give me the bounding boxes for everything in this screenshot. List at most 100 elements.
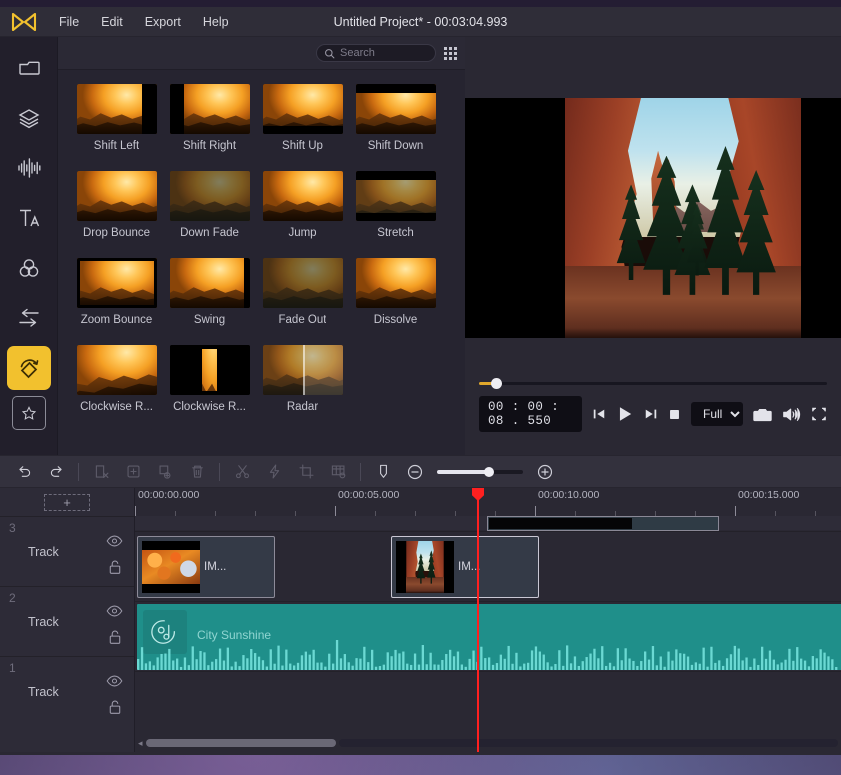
- effect-item[interactable]: Clockwise R...: [70, 345, 163, 413]
- preview-canvas[interactable]: [465, 98, 841, 338]
- undo-button[interactable]: [8, 459, 40, 485]
- track-header-2[interactable]: 2 Track: [0, 586, 134, 656]
- effect-thumbnail: [356, 258, 436, 308]
- track-header-3[interactable]: 3 Track: [0, 516, 134, 586]
- redo-button[interactable]: [40, 459, 72, 485]
- unlock-icon[interactable]: [108, 629, 122, 648]
- timeline-ruler[interactable]: 00:00:00.00000:00:05.00000:00:10.00000:0…: [135, 488, 841, 516]
- sidebar-item-color[interactable]: [7, 246, 51, 290]
- unlock-icon[interactable]: [108, 559, 122, 578]
- effect-item[interactable]: Zoom Bounce: [70, 258, 163, 326]
- effect-thumbnail: [356, 171, 436, 221]
- fullscreen-icon[interactable]: [811, 406, 827, 422]
- effect-item[interactable]: Shift Right: [163, 84, 256, 152]
- next-frame-button[interactable]: [644, 407, 658, 421]
- sidebar-item-transitions[interactable]: [7, 296, 51, 340]
- effect-item[interactable]: Shift Up: [256, 84, 349, 152]
- effect-item[interactable]: Drop Bounce: [70, 171, 163, 239]
- clip-thumbnail: [396, 541, 454, 593]
- audio-clip[interactable]: City Sunshine: [137, 604, 841, 670]
- sidebar-item-elements[interactable]: [12, 396, 46, 430]
- eye-icon[interactable]: [106, 535, 123, 550]
- effect-thumbnail: [263, 171, 343, 221]
- split-button[interactable]: [226, 459, 258, 485]
- timeline-hscrollbar[interactable]: ◂: [135, 738, 841, 748]
- scrubber-handle[interactable]: [491, 378, 502, 389]
- prev-frame-button[interactable]: [592, 407, 606, 421]
- effect-item[interactable]: Jump: [256, 171, 349, 239]
- preview-scrubber[interactable]: [465, 369, 841, 397]
- sidebar-item-effects[interactable]: [7, 96, 51, 140]
- track-lane-2[interactable]: City Sunshine: [135, 601, 841, 671]
- scrubber-track[interactable]: [479, 382, 827, 385]
- copy-clip-button[interactable]: [117, 459, 149, 485]
- sidebar-item-media-library[interactable]: [7, 46, 51, 90]
- zoom-out-button[interactable]: [399, 459, 431, 485]
- menu-edit[interactable]: Edit: [90, 7, 134, 37]
- sidebar-item-animation[interactable]: [7, 346, 51, 390]
- eye-icon[interactable]: [106, 605, 123, 620]
- effect-label: Fade Out: [279, 314, 327, 326]
- menu-file[interactable]: File: [48, 7, 90, 37]
- audio-mixer-button[interactable]: [322, 459, 354, 485]
- play-button[interactable]: [616, 405, 634, 423]
- track-name: Track: [28, 615, 59, 629]
- cut-clip-button[interactable]: [85, 459, 117, 485]
- speed-button[interactable]: [258, 459, 290, 485]
- add-track-row: +: [0, 488, 134, 516]
- sidebar-item-titles[interactable]: [7, 196, 51, 240]
- paste-clip-button[interactable]: [149, 459, 181, 485]
- video-clip[interactable]: IM...: [391, 536, 539, 598]
- effect-thumbnail: [170, 258, 250, 308]
- effect-item[interactable]: Shift Left: [70, 84, 163, 152]
- effect-item[interactable]: Dissolve: [349, 258, 442, 326]
- effect-item[interactable]: Fade Out: [256, 258, 349, 326]
- zoom-slider[interactable]: [437, 470, 523, 474]
- quality-select[interactable]: Full1/21/41/8: [691, 402, 743, 426]
- effect-label: Clockwise R...: [80, 401, 153, 413]
- effect-thumbnail: [170, 345, 250, 395]
- search-input-wrapper[interactable]: [316, 44, 436, 62]
- effect-label: Shift Down: [368, 140, 424, 152]
- unlock-icon[interactable]: [108, 699, 122, 718]
- app-logo-icon: [0, 7, 48, 37]
- delete-clip-button[interactable]: [181, 459, 213, 485]
- playhead[interactable]: [477, 488, 479, 752]
- grid-view-icon[interactable]: [444, 47, 457, 60]
- camera-icon[interactable]: [753, 406, 772, 423]
- scrollbar-track[interactable]: [339, 739, 838, 747]
- scrollbar-thumb[interactable]: [146, 739, 336, 747]
- effect-item[interactable]: Down Fade: [163, 171, 256, 239]
- track-lane-3[interactable]: IM... IM...: [135, 531, 841, 601]
- effect-label: Zoom Bounce: [81, 314, 153, 326]
- track-name: Track: [28, 545, 59, 559]
- eye-icon[interactable]: [106, 675, 123, 690]
- effect-item[interactable]: Stretch: [349, 171, 442, 239]
- effect-item[interactable]: Radar: [256, 345, 349, 413]
- zoom-slider-handle[interactable]: [484, 467, 494, 477]
- sidebar-item-audio[interactable]: [7, 146, 51, 190]
- add-track-button[interactable]: +: [44, 494, 90, 511]
- speaker-icon[interactable]: [782, 406, 801, 423]
- timeline-canvas[interactable]: 00:00:00.00000:00:05.00000:00:10.00000:0…: [135, 488, 841, 752]
- effect-item[interactable]: Swing: [163, 258, 256, 326]
- effect-item[interactable]: Shift Down: [349, 84, 442, 152]
- render-range-bar[interactable]: [487, 516, 719, 531]
- timeline-toolbar: [0, 455, 841, 488]
- menu-help[interactable]: Help: [192, 7, 240, 37]
- effect-label: Down Fade: [180, 227, 239, 239]
- search-icon: [324, 48, 335, 59]
- track-lane-1[interactable]: [135, 671, 841, 741]
- video-clip[interactable]: IM...: [137, 536, 275, 598]
- menu-export[interactable]: Export: [134, 7, 192, 37]
- add-marker-button[interactable]: [367, 459, 399, 485]
- zoom-in-button[interactable]: [529, 459, 561, 485]
- search-input[interactable]: [340, 47, 426, 59]
- track-header-1[interactable]: 1 Track: [0, 656, 134, 726]
- chevron-left-icon[interactable]: ◂: [138, 738, 143, 749]
- stop-button[interactable]: [668, 408, 681, 421]
- toolbar-divider: [360, 463, 361, 481]
- effect-item[interactable]: Clockwise R...: [163, 345, 256, 413]
- track-number: 2: [9, 591, 16, 605]
- crop-button[interactable]: [290, 459, 322, 485]
